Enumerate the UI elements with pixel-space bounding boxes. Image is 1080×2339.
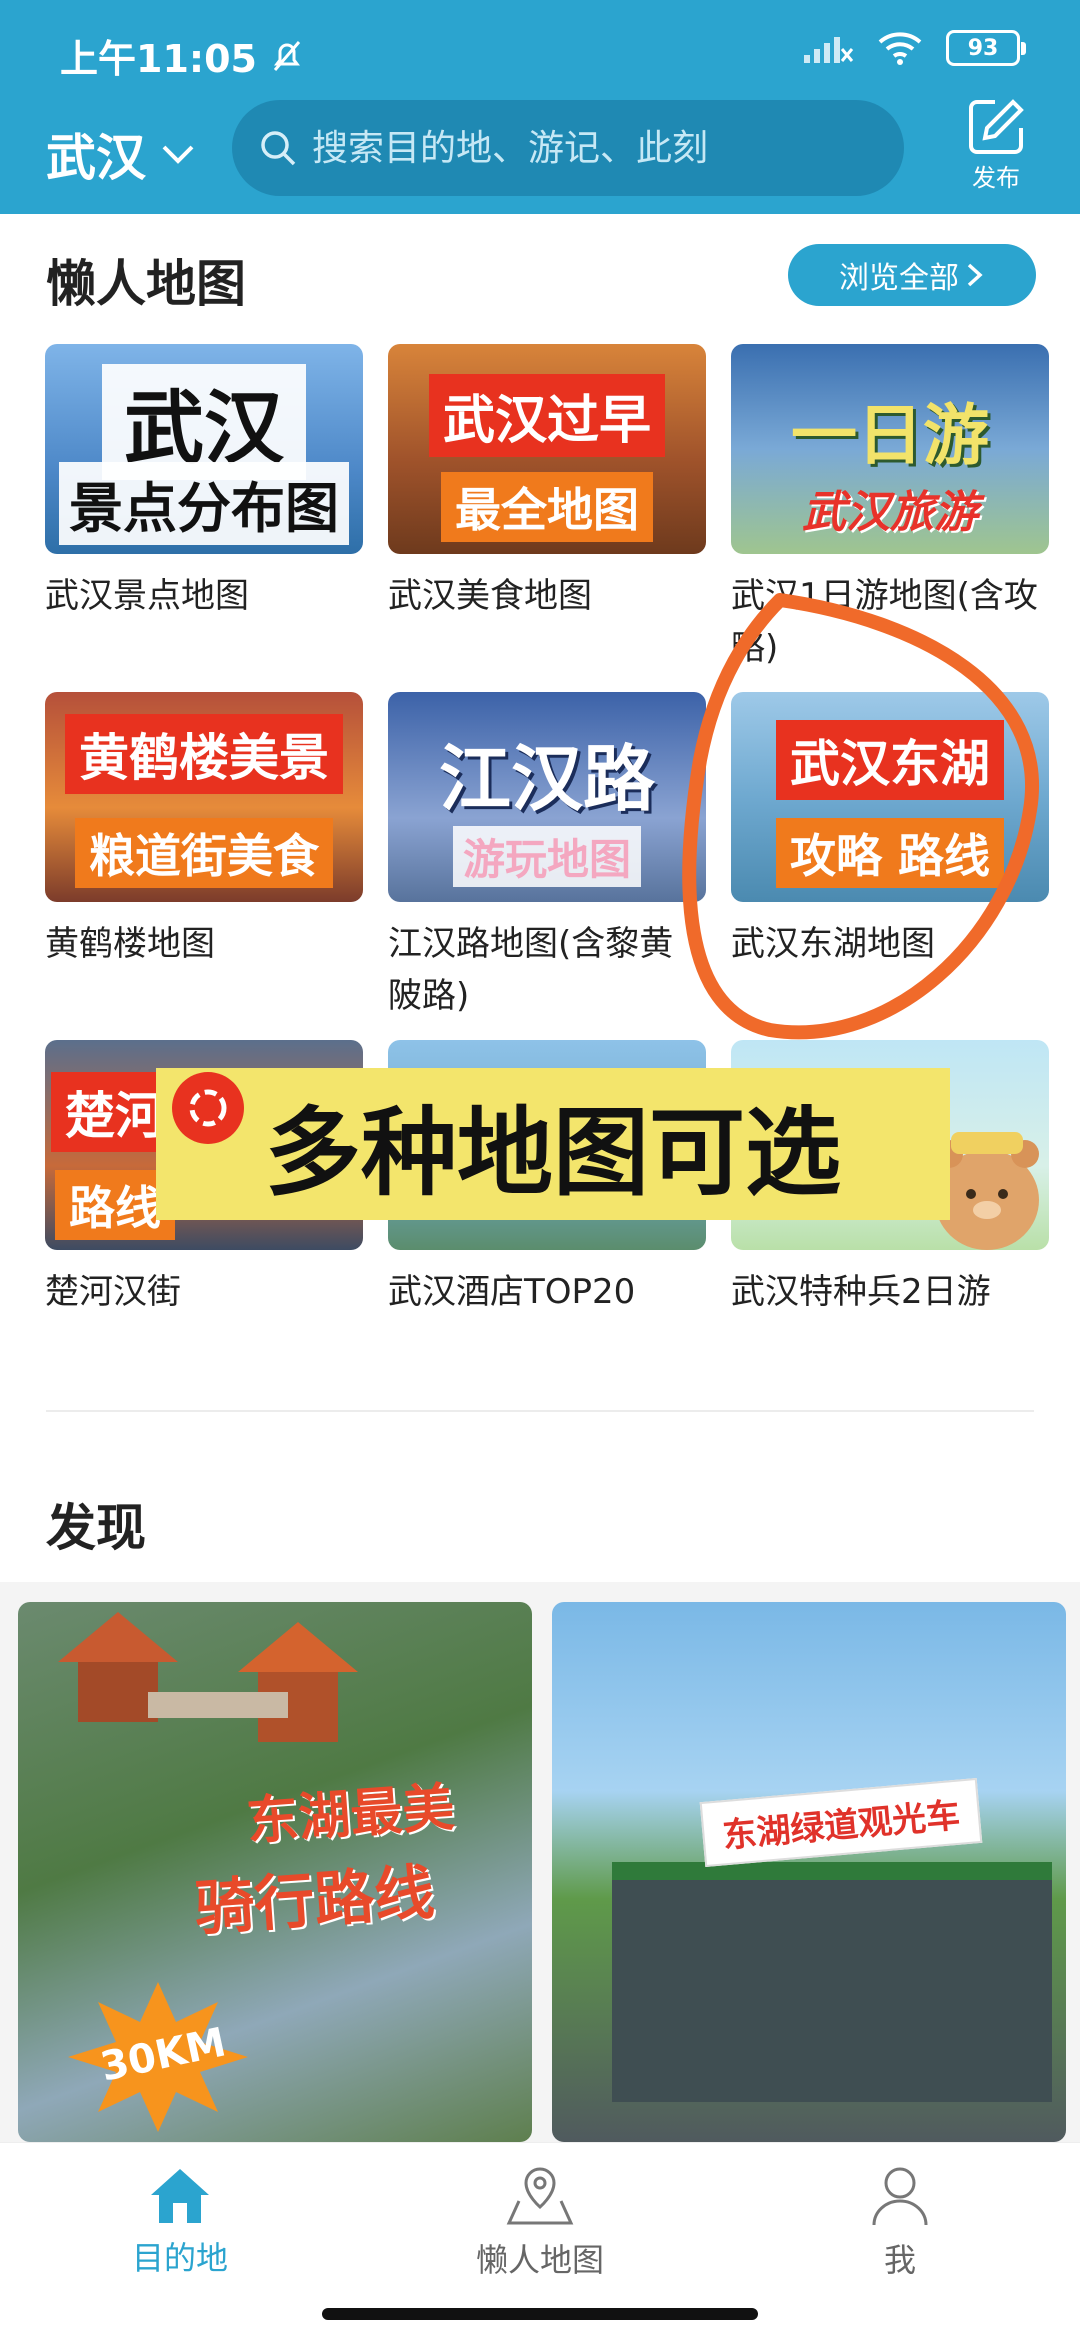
overlay-text: 多种地图可选 — [265, 1096, 841, 1209]
status-bar: 上午11:05 93 — [0, 0, 1080, 100]
nav-lazy-map[interactable]: 懒人地图 — [360, 2143, 720, 2302]
map-thumbnail: 一日游 武汉旅游 — [731, 344, 1049, 554]
map-thumbnail: 武汉 景点分布图 — [45, 344, 363, 554]
map-card-caption: 武汉酒店TOP20 — [388, 1272, 636, 1312]
search-input[interactable] — [312, 127, 872, 169]
chevron-down-icon — [162, 145, 194, 164]
discover-title: 发现 — [46, 1499, 146, 1557]
feed-title-line-1: 东湖最美 — [244, 1777, 457, 1853]
search-bar[interactable] — [232, 100, 904, 196]
thumb-line-2: 粮道街美食 — [75, 818, 333, 888]
section-divider — [46, 1410, 1034, 1412]
map-thumbnail: 黄鹤楼美景 粮道街美食 — [45, 692, 363, 902]
browse-all-label: 浏览全部 — [839, 261, 959, 296]
swirl-icon — [189, 1089, 227, 1127]
mute-bell-icon — [273, 40, 301, 71]
map-card-caption: 武汉特种兵2日游 — [731, 1272, 991, 1312]
search-icon — [261, 131, 296, 166]
map-card-caption: 楚河汉街 — [45, 1272, 181, 1312]
map-card-scenic[interactable]: 武汉 景点分布图 武汉景点地图 — [45, 344, 363, 622]
feed-card-cycling[interactable]: 东湖最美 骑行路线 30KM — [18, 1602, 532, 2142]
thumb-line-2: 最全地图 — [441, 472, 653, 542]
publish-label: 发布 — [972, 164, 1020, 192]
feed-title-line-2: 骑行路线 — [192, 1857, 437, 1945]
map-card-caption: 黄鹤楼地图 — [45, 924, 215, 964]
shuttle-sign: 东湖绿道观光车 — [699, 1778, 983, 1867]
thumb-line-2: 武汉旅游 — [802, 487, 978, 538]
map-card-food[interactable]: 武汉过早 最全地图 武汉美食地图 — [388, 344, 706, 622]
top-header: 上午11:05 93 武汉 搜索目的地、游记、此刻 发布 — [0, 0, 1080, 214]
status-icons: 93 — [802, 30, 1026, 66]
nav-destination[interactable]: 目的地 — [0, 2143, 360, 2302]
bottom-nav: 目的地 懒人地图 我 — [0, 2142, 1080, 2302]
overlay-banner: 多种地图可选 — [156, 1068, 950, 1220]
nav-lazy-map-label: 懒人地图 — [475, 2240, 604, 2279]
edit-icon — [969, 99, 1024, 154]
nav-me-label: 我 — [883, 2240, 916, 2279]
status-time: 上午11:05 — [60, 28, 307, 83]
map-pin-icon — [506, 2166, 574, 2224]
thumb-line-1: 一日游 — [791, 397, 989, 474]
app-logo-icon — [172, 1072, 244, 1144]
feed-card-shuttle[interactable]: 东湖绿道观光车 — [552, 1602, 1066, 2142]
nav-me[interactable]: 我 — [720, 2143, 1080, 2302]
thumb-line-2: 游玩地图 — [452, 826, 642, 887]
home-indicator — [322, 2308, 758, 2320]
lazy-maps-title: 懒人地图 — [46, 255, 246, 313]
map-card-caption: 江汉路地图(含黎黄陂路) — [388, 924, 674, 1016]
kiosk-illustration — [612, 1862, 1052, 2102]
city-selector[interactable]: 武汉 — [46, 118, 198, 190]
wifi-icon — [878, 32, 922, 65]
battery-indicator: 93 — [946, 30, 1026, 66]
battery-level: 93 — [967, 35, 999, 61]
city-label: 武汉 — [46, 129, 146, 187]
map-card-caption: 武汉景点地图 — [45, 576, 249, 616]
castle-roof-icon — [58, 1612, 358, 1742]
map-card-yellow-crane[interactable]: 黄鹤楼美景 粮道街美食 黄鹤楼地图 — [45, 692, 363, 970]
thumb-line-1: 武汉过早 — [428, 374, 666, 457]
publish-button[interactable]: 发布 — [960, 96, 1032, 193]
thumb-line-1: 江汉路 — [438, 737, 656, 821]
map-thumbnail: 江汉路 游玩地图 — [388, 692, 706, 902]
map-thumbnail: 武汉过早 最全地图 — [388, 344, 706, 554]
person-icon — [872, 2167, 928, 2225]
home-icon — [151, 2168, 209, 2223]
status-time-text: 上午11:05 — [60, 37, 257, 81]
annotation-circle — [682, 593, 1039, 1040]
browse-all-button[interactable]: 浏览全部 — [788, 244, 1036, 306]
thumb-line-1: 黄鹤楼美景 — [65, 714, 343, 794]
thumb-line-2: 景点分布图 — [59, 462, 349, 545]
nav-destination-label: 目的地 — [131, 2238, 228, 2277]
signal-icon — [804, 37, 854, 63]
map-card-jianghan-road[interactable]: 江汉路 游玩地图 江汉路地图(含黎黄陂路) — [388, 692, 706, 1022]
map-card-caption: 武汉美食地图 — [388, 576, 592, 616]
chevron-right-icon — [967, 263, 983, 287]
